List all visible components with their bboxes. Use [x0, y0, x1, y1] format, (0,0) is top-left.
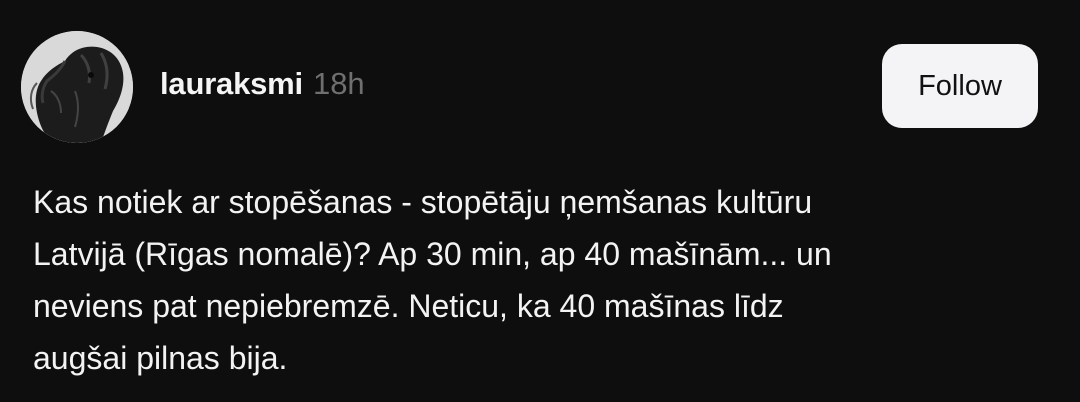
- post-card: lauraksmi 18h Follow Kas notiek ar stopē…: [0, 0, 1080, 402]
- dog-avatar-icon: [21, 31, 133, 143]
- post-header: lauraksmi 18h: [160, 66, 365, 110]
- post-text: Kas notiek ar stopēšanas - stopētāju ņem…: [33, 176, 1043, 384]
- follow-button[interactable]: Follow: [882, 44, 1038, 128]
- post-text-line: augšai pilnas bija.: [33, 340, 288, 376]
- post-text-line: Kas notiek ar stopēšanas - stopētāju ņem…: [33, 184, 813, 220]
- username-link[interactable]: lauraksmi: [160, 66, 303, 102]
- post-timestamp: 18h: [312, 66, 365, 101]
- post-text-line: Latvijā (Rīgas nomalē)? Ap 30 min, ap 40…: [33, 236, 832, 272]
- avatar[interactable]: [21, 31, 133, 143]
- post-text-line: neviens pat nepiebremzē. Neticu, ka 40 m…: [33, 288, 784, 324]
